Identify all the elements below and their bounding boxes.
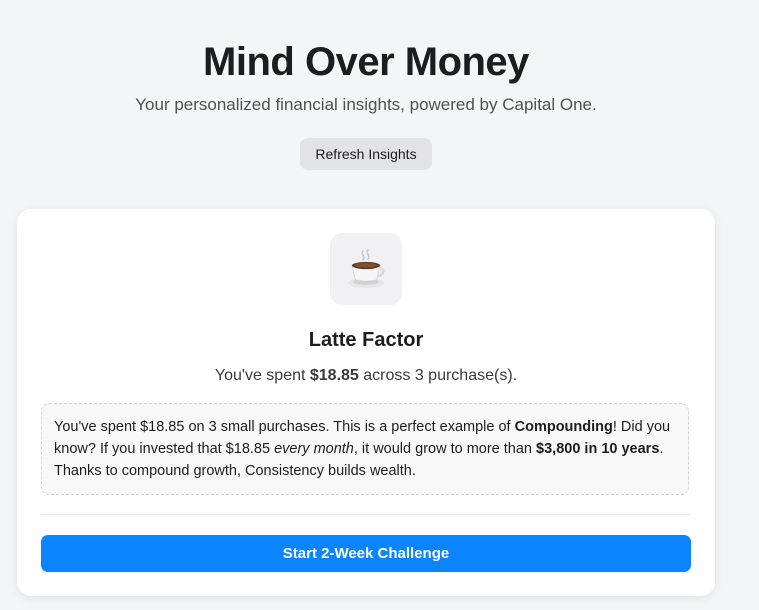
insight-text-1: You've spent $18.85 on 3 small purchases…: [54, 419, 515, 435]
insight-concept: Compounding: [514, 419, 613, 435]
coffee-cup-icon: [348, 249, 385, 288]
summary-prefix: You've spent: [214, 367, 310, 384]
page-title: Mind Over Money: [203, 40, 529, 84]
start-challenge-button[interactable]: Start 2-Week Challenge: [41, 535, 691, 572]
card-divider: [41, 514, 691, 515]
insight-title: Latte Factor: [308, 329, 424, 351]
insight-explanation: You've spent $18.85 on 3 small purchases…: [41, 403, 689, 495]
insight-text-3: , it would grow to more than: [353, 441, 537, 457]
insight-card: Latte Factor You've spent $18.85 across …: [17, 209, 715, 596]
refresh-insights-button[interactable]: Refresh Insights: [300, 138, 432, 170]
spending-summary: You've spent $18.85 across 3 purchase(s)…: [17, 365, 715, 387]
summary-suffix: across 3 purchase(s).: [358, 367, 518, 384]
insight-frequency: every month: [274, 441, 354, 457]
insight-icon-tile: [330, 233, 402, 305]
summary-amount: $18.85: [309, 367, 359, 384]
insight-projection: $3,800 in 10 years: [536, 441, 660, 457]
page-subtitle: Your personalized financial insights, po…: [135, 95, 597, 114]
